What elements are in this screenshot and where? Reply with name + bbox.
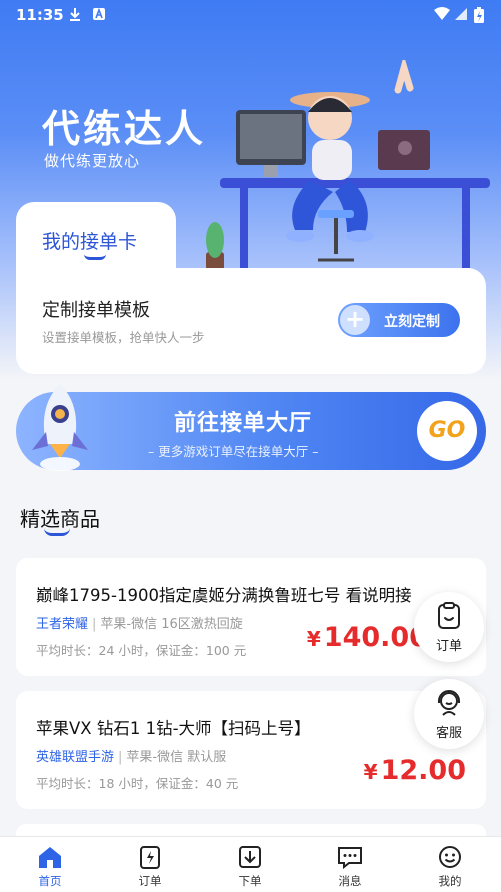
tab-home[interactable]: 首页 — [0, 837, 100, 892]
order-card: 我的接单卡 定制接单模板 设置接单模板，抢单快人一步 + 立刻定制 — [16, 202, 486, 374]
tab-mine-label: 我的 — [438, 874, 462, 888]
tab-underline — [84, 254, 106, 260]
tab-messages-label: 消息 — [338, 874, 362, 888]
headset-icon — [438, 690, 460, 716]
message-icon — [338, 847, 362, 870]
goods-title: 苹果VX 钻石1 1钻-大师【扫码上号】 — [36, 719, 311, 738]
goods-price: ¥140.00 — [307, 622, 428, 653]
float-orders-label: 订单 — [435, 639, 462, 654]
hall-subtitle: – 更多游戏订单尽在接单大厅 – — [148, 444, 319, 459]
order-card-tab-label: 我的接单卡 — [42, 231, 138, 253]
brand-title: 代练达人 — [42, 107, 207, 151]
goods-info: 平均时长：24 小时，保证金：100 元 — [36, 643, 247, 658]
order-icon — [140, 846, 160, 869]
home-icon — [39, 847, 61, 868]
goods-game-name: 英雄联盟手游 — [36, 750, 115, 765]
clipboard-icon — [438, 602, 460, 629]
custom-now-label: 立刻定制 — [384, 314, 440, 330]
custom-now-button[interactable]: + 立刻定制 — [338, 303, 460, 337]
plus-icon: + — [340, 305, 370, 335]
tab-orders-label: 订单 — [138, 874, 162, 888]
price-value: 12.00 — [380, 755, 466, 786]
battery-icon — [474, 7, 484, 27]
goods-game: 王者荣耀 | 苹果-微信 16区激热回旋 — [36, 617, 243, 632]
wifi-icon — [434, 7, 450, 25]
tab-place-order-label: 下单 — [238, 874, 262, 888]
rocket-icon — [32, 384, 88, 471]
goods-platform: 苹果-微信 16区激热回旋 — [100, 617, 243, 632]
status-bar: 11:35 — [0, 0, 501, 30]
go-button[interactable]: GO — [417, 401, 477, 461]
status-time: 11:35 — [16, 6, 64, 24]
float-service-button[interactable]: 客服 — [414, 679, 484, 749]
goods-game-name: 王者荣耀 — [36, 617, 89, 632]
goods-title: 巅峰1795-1900指定虞姬分满换鲁班七号 看说明接 — [36, 586, 412, 605]
template-subtitle: 设置接单模板，抢单快人一步 — [42, 330, 205, 345]
signal-icon — [454, 7, 468, 25]
hall-title: 前往接单大厅 — [174, 411, 313, 436]
download-icon — [239, 846, 261, 868]
section-underline — [44, 528, 70, 536]
goods-info: 平均时长：18 小时，保证金：40 元 — [36, 776, 239, 791]
tab-orders[interactable]: 订单 — [100, 837, 200, 892]
currency-symbol: ¥ — [306, 627, 321, 651]
tab-messages[interactable]: 消息 — [300, 837, 400, 892]
tab-home-label: 首页 — [38, 874, 62, 888]
smile-icon — [439, 846, 461, 868]
price-value: 140.00 — [323, 622, 428, 653]
download-status-icon — [68, 7, 82, 25]
tab-mine[interactable]: 我的 — [400, 837, 500, 892]
app-status-icon — [92, 7, 106, 25]
float-orders-button[interactable]: 订单 — [414, 592, 484, 662]
goods-price: ¥12.00 — [364, 755, 466, 786]
goods-game: 英雄联盟手游 | 苹果-微信 默认服 — [36, 750, 227, 765]
template-title: 定制接单模板 — [42, 300, 150, 321]
tab-place-order[interactable]: 下单 — [200, 837, 300, 892]
currency-symbol: ¥ — [363, 760, 378, 784]
float-service-label: 客服 — [435, 726, 462, 741]
goods-platform: 苹果-微信 默认服 — [126, 750, 227, 765]
brand-subtitle: 做代练更放心 — [44, 152, 141, 170]
bottom-tab-bar: 首页 订单 下单 消息 我的 — [0, 836, 501, 892]
